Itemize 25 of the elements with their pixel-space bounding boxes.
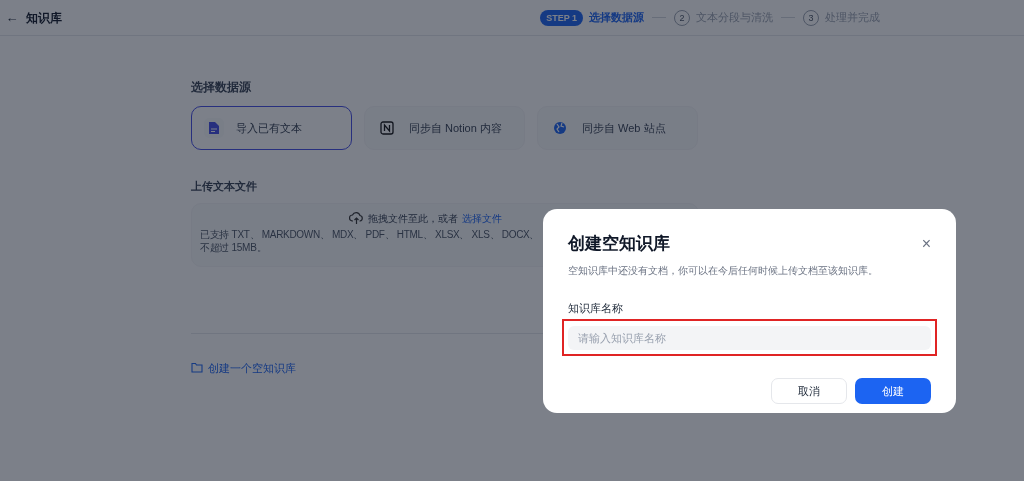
name-input-field[interactable]: 请输入知识库名称: [568, 326, 931, 350]
document-icon: [208, 121, 220, 135]
close-button[interactable]: ×: [921, 235, 931, 252]
supported-formats-text: 不超过 15MB。: [200, 240, 267, 254]
source-option[interactable]: 同步自 Notion 内容: [364, 106, 525, 150]
drop-text: 拖拽文件至此，或者: [367, 211, 458, 226]
folder-icon: [191, 362, 203, 374]
section-heading: 选择数据源: [191, 79, 252, 96]
notion-icon: [380, 121, 394, 135]
cancel-button[interactable]: 取消: [771, 378, 847, 404]
supported-formats-text: 已支持 TXT、 MARKDOWN、 MDX、 PDF、 HTML、 XLSX、 XLS、 DOCX、: [200, 227, 540, 241]
source-option[interactable]: 导入已有文本: [191, 106, 352, 150]
field-label: 知识库名称: [568, 300, 624, 316]
step-badge: STEP 1: [540, 9, 583, 26]
back-button[interactable]: ←: [4, 7, 20, 28]
dialog-title: 创建空知识库: [568, 233, 670, 255]
page-title: 知识库: [26, 9, 62, 27]
step-label: 选择数据源: [589, 10, 644, 26]
create-button[interactable]: 创建: [855, 378, 931, 404]
upload-icon: [348, 211, 364, 225]
globe-icon: [553, 121, 567, 135]
select-file-link[interactable]: 选择文件: [461, 210, 502, 226]
section-heading: 上传文本文件: [191, 179, 258, 194]
source-option[interactable]: 同步自 Web 站点: [537, 106, 698, 150]
create-empty-link[interactable]: 创建一个空知识库: [191, 359, 296, 376]
